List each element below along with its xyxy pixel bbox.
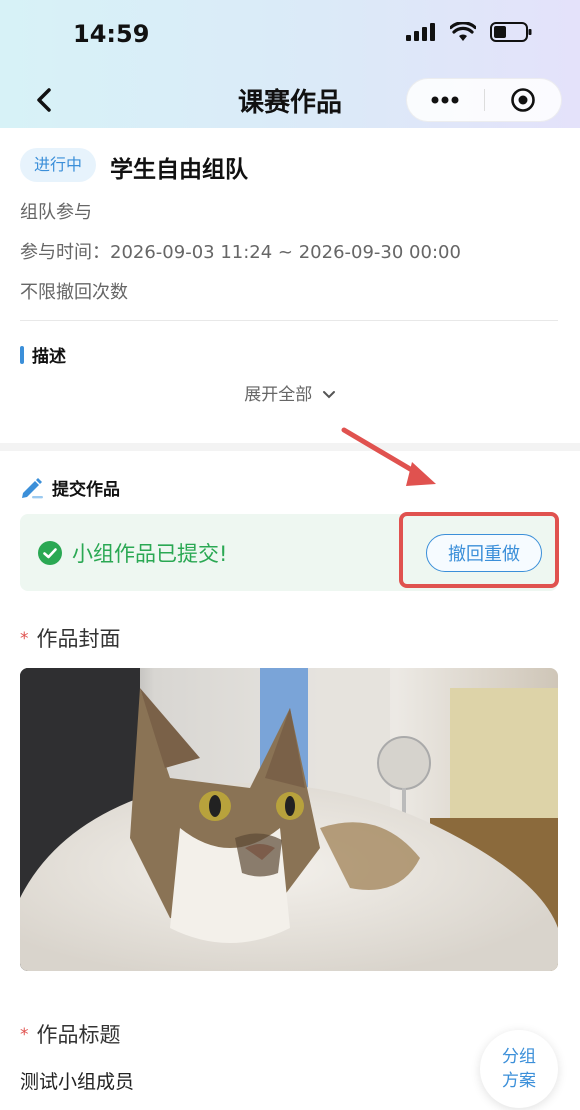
submit-section-label: 提交作品	[52, 480, 120, 500]
cat-photo	[20, 668, 558, 971]
description-label: 描述	[32, 347, 66, 367]
group-plan-line2: 方案	[502, 1071, 536, 1091]
submitted-status-box: 小组作品已提交! 撤回重做	[20, 514, 558, 591]
participation-mode: 组队参与	[20, 202, 92, 223]
cover-image[interactable]	[20, 668, 558, 971]
submitted-status-text: 小组作品已提交!	[72, 542, 228, 566]
chevron-down-icon	[322, 391, 335, 399]
cover-label-text: 作品封面	[36, 627, 121, 651]
work-title-value: 测试小组成员	[20, 1071, 135, 1093]
group-plan-line1: 分组	[502, 1047, 536, 1067]
title-field-label: * 作品标题	[20, 1019, 121, 1049]
divider	[20, 320, 558, 321]
cover-field-label: * 作品封面	[20, 623, 121, 653]
check-circle-icon	[38, 541, 62, 565]
more-dots-icon	[431, 96, 459, 104]
status-icons	[406, 22, 532, 42]
title-label-text: 作品标题	[36, 1023, 121, 1047]
team-title: 学生自由组队	[110, 157, 248, 183]
submission-card: 提交作品 小组作品已提交! 撤回重做 * 作品封面 * 作品标题 测试小组成员	[0, 451, 580, 1110]
battery-icon	[490, 22, 532, 42]
description-header: 描述	[20, 342, 66, 367]
wifi-icon	[450, 22, 476, 41]
pencil-icon	[22, 477, 43, 498]
close-mini-program-button[interactable]	[485, 79, 562, 121]
group-plan-button[interactable]: 分组 方案	[480, 1030, 558, 1108]
annotation-arrow	[341, 427, 436, 486]
expand-all-label: 展开全部	[244, 385, 313, 405]
participation-time: 参与时间：2026-09-03 11:24 ~ 2026-09-30 00:00	[20, 242, 461, 263]
status-badge: 进行中	[20, 148, 97, 182]
required-mark: *	[20, 1025, 29, 1045]
status-time: 14:59	[73, 20, 150, 48]
section-marker	[20, 345, 24, 364]
submit-header: 提交作品	[20, 475, 120, 500]
mini-program-capsule	[406, 78, 562, 122]
activity-info-card: 进行中 学生自由组队 组队参与 参与时间：2026-09-03 11:24 ~ …	[0, 128, 580, 443]
header: 14:59 课赛作品	[0, 0, 580, 128]
expand-all-button[interactable]: 展开全部	[0, 380, 580, 405]
withdraw-rule: 不限撤回次数	[20, 282, 128, 303]
withdraw-redo-button[interactable]: 撤回重做	[426, 534, 542, 572]
required-mark: *	[20, 629, 29, 649]
target-icon	[510, 88, 535, 112]
signal-icon	[406, 23, 435, 41]
more-button[interactable]	[407, 79, 484, 121]
